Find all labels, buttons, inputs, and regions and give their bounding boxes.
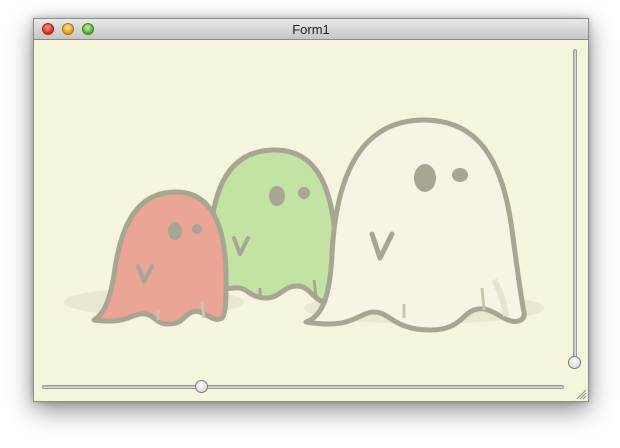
ghosts-illustration: [64, 117, 544, 333]
green-ghost: [208, 147, 339, 305]
title-bar[interactable]: Form1: [34, 19, 588, 40]
vertical-slider-thumb[interactable]: [568, 356, 581, 369]
resize-grip-icon[interactable]: [576, 389, 587, 400]
horizontal-slider-thumb[interactable]: [195, 380, 208, 393]
app-window: Form1: [33, 18, 589, 402]
image-canvas: [34, 40, 588, 401]
window-title: Form1: [292, 22, 330, 37]
white-ghost: [303, 117, 527, 333]
horizontal-slider[interactable]: [42, 380, 564, 393]
vertical-slider[interactable]: [568, 49, 581, 369]
vertical-slider-track[interactable]: [573, 49, 577, 369]
red-ghost: [91, 189, 229, 327]
horizontal-slider-track[interactable]: [42, 385, 564, 389]
